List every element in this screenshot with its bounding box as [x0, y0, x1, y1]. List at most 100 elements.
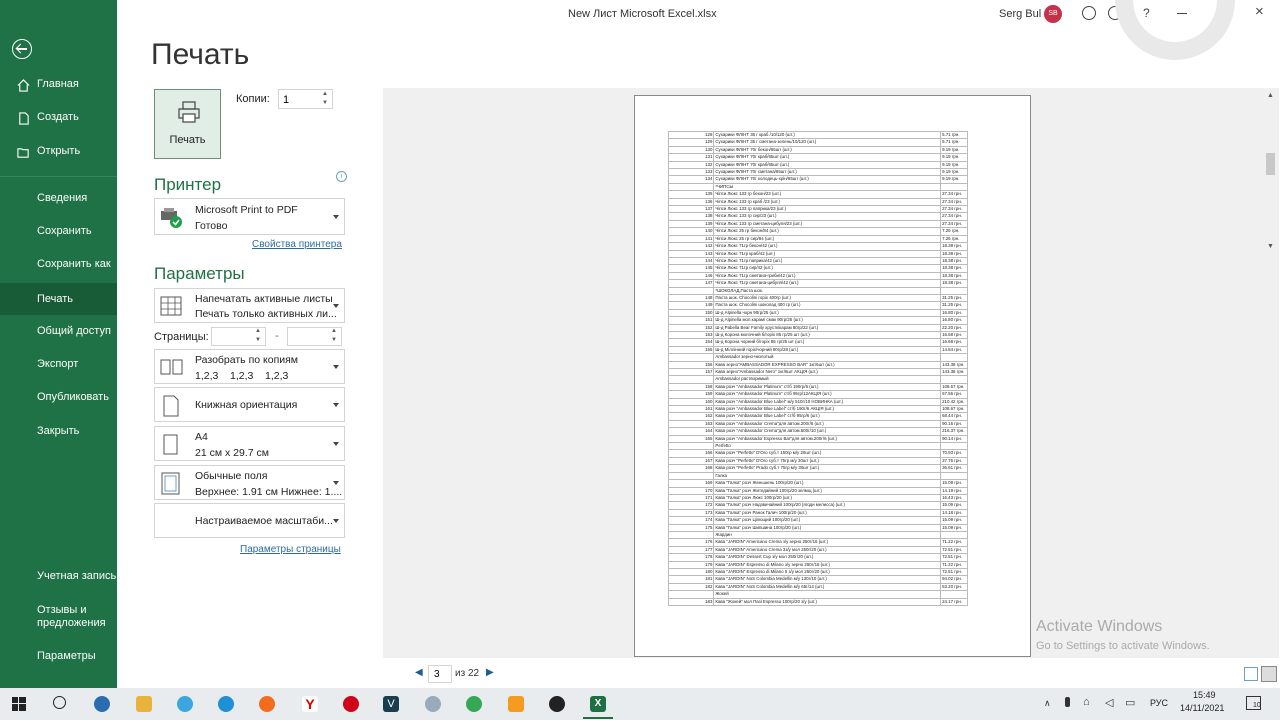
- nav-options[interactable]: Параметры: [0, 650, 117, 666]
- prev-page-icon[interactable]: ◀: [415, 667, 423, 678]
- nav-account[interactable]: Учетная запись: [0, 570, 117, 586]
- print-button[interactable]: Печать: [154, 89, 221, 159]
- paper-size-dropdown[interactable]: А4 21 см x 29.7 см: [154, 426, 345, 461]
- table-cell: 24.17 грн.: [940, 597, 968, 607]
- stepper-up-icon[interactable]: ▲: [255, 328, 261, 334]
- preview-scrollbar[interactable]: ▲ ▼: [1264, 91, 1277, 658]
- windows-start-icon[interactable]: [12, 697, 26, 711]
- app-icon-2[interactable]: [177, 696, 193, 712]
- printer-status: Готово: [195, 220, 228, 232]
- clock-time[interactable]: 15:49: [1193, 690, 1216, 700]
- nav-save[interactable]: Сохранить: [0, 225, 117, 241]
- margins-dropdown[interactable]: Обычные поля Верхнее: 1.91 см Нижнее: 1.…: [154, 465, 345, 500]
- firefox-icon[interactable]: [259, 696, 275, 712]
- app-icon-1[interactable]: [94, 696, 110, 712]
- excel-icon[interactable]: X: [590, 696, 606, 712]
- keyboard-icon[interactable]: ▭: [1125, 696, 1135, 709]
- network-icon[interactable]: ⌂: [1083, 696, 1090, 708]
- nav-open[interactable]: Открыть: [0, 145, 117, 161]
- table-cell: 143.38 грн.: [940, 360, 968, 370]
- back-arrow-icon[interactable]: [12, 39, 32, 59]
- table-cell: 7.26 грн.: [940, 227, 968, 236]
- scroll-down-icon[interactable]: ▼: [1267, 243, 1274, 250]
- nav-save-as[interactable]: Сохранить как: [0, 258, 117, 274]
- nav-export[interactable]: Экспорт: [0, 358, 117, 374]
- stepper-down-icon[interactable]: ▼: [322, 100, 328, 106]
- table-cell: 143.38 грн.: [940, 367, 968, 377]
- table-cell: Кава "JARDIN" NoS Colombia Medellin м/у …: [713, 575, 942, 584]
- table-cell: 134: [667, 175, 715, 184]
- scaling-dropdown[interactable]: Настраиваемое масштаби...: [154, 503, 345, 538]
- collate-dropdown[interactable]: Разобрать по копиям 1,2,3 1,2,3 1,2,3: [154, 349, 345, 384]
- nav-info[interactable]: Сведения: [0, 192, 117, 208]
- yandex-icon[interactable]: Y: [302, 696, 318, 712]
- stepper-down-icon[interactable]: ▼: [255, 337, 261, 343]
- app-icon-3[interactable]: [425, 696, 441, 712]
- notifications-icon[interactable]: 10: [1246, 696, 1261, 710]
- page-number-input[interactable]: 3: [428, 665, 452, 683]
- table-cell: 15.09 грн.: [940, 501, 968, 510]
- table-cell: 90.16 грн.: [940, 419, 968, 429]
- table-cell: 18.38 грн.: [940, 279, 968, 288]
- table-cell: *ШОКОЛАД,Паста шок.: [713, 286, 942, 295]
- app-icon-5[interactable]: [549, 696, 565, 712]
- clock-date[interactable]: 14/11/2021: [1180, 703, 1224, 713]
- show-margins-icon[interactable]: [1244, 667, 1258, 681]
- app-icon-4[interactable]: [508, 696, 524, 712]
- nav-share[interactable]: Общий доступ: [0, 325, 117, 341]
- table-row: 133 Сухарики ФЛІНТ 70г сметана/65шт (шт.)…: [667, 168, 968, 177]
- smile-icon[interactable]: [1082, 6, 1096, 20]
- zoom-to-page-icon[interactable]: [1261, 666, 1277, 682]
- chrome-icon[interactable]: [466, 696, 482, 712]
- search-icon[interactable]: [53, 696, 66, 709]
- table-cell: Кава розч "Ambassador Platinum" ст/б 190…: [713, 382, 942, 392]
- next-page-icon[interactable]: ▶: [486, 667, 494, 678]
- page-setup-link[interactable]: Параметры страницы: [240, 544, 341, 555]
- nav-publish[interactable]: Опубликовать: [0, 391, 117, 407]
- table-cell: 162: [667, 412, 715, 421]
- volume-icon[interactable]: ◁: [1105, 696, 1113, 709]
- table-row: 161 Кава розч "Ambassador Blue Label" ст/…: [667, 405, 968, 414]
- table-cell: 5.71 грн.: [940, 130, 968, 140]
- stepper-up-icon[interactable]: ▲: [331, 328, 337, 334]
- table-cell: [667, 590, 715, 599]
- table-cell: Кава розч "Perfetto" D'Oro суб.т 75гр м/…: [713, 456, 942, 466]
- close-icon[interactable]: ×: [1255, 3, 1264, 20]
- language-indicator[interactable]: РУС: [1150, 698, 1168, 708]
- opera-icon[interactable]: [343, 696, 359, 712]
- table-cell: Ш-д Міллінний горіх/чорний 90гр/28 (шт.): [713, 345, 942, 355]
- avatar[interactable]: SB: [1044, 5, 1062, 23]
- file-explorer-icon[interactable]: [136, 696, 152, 712]
- table-cell: 152: [667, 323, 715, 332]
- nav-feedback[interactable]: Отзывы и предложения: [0, 604, 117, 634]
- info-icon[interactable]: i: [336, 171, 347, 182]
- table-row: 171 Кава "Галка" розч Люкс 100гр/20 (шт.)…: [667, 493, 968, 503]
- nav-home[interactable]: Главная: [0, 78, 117, 94]
- margins-line2: Верхнее: 1.91 см Нижнее: 1....: [195, 486, 343, 498]
- stepper-up-icon[interactable]: ▲: [322, 91, 328, 97]
- table-cell: 27.34 грн.: [940, 205, 968, 214]
- pages-from-input[interactable]: ▲ ▼: [211, 327, 266, 346]
- stepper-down-icon[interactable]: ▼: [331, 337, 337, 343]
- table-cell: 173: [667, 508, 715, 518]
- chevron-up-icon[interactable]: ∧: [1044, 698, 1051, 709]
- copies-stepper[interactable]: 1 ▲ ▼: [278, 89, 333, 109]
- collate-icon: [160, 359, 183, 375]
- orientation-dropdown[interactable]: Книжная ориентация: [154, 387, 345, 422]
- table-row: 168 Кава розч "Perfetto" Prado суб.т 75гр…: [667, 464, 968, 473]
- nav-print[interactable]: Печать: [0, 283, 117, 315]
- nav-close[interactable]: Закрыть: [0, 425, 117, 441]
- table-row: 151 Ш-д Alpinella мол.карам/ смак 90гр/25…: [667, 316, 968, 325]
- table-cell: [940, 442, 968, 451]
- scroll-up-icon[interactable]: ▲: [1267, 92, 1274, 99]
- print-what-dropdown[interactable]: Напечатать активные листы Печать только …: [154, 288, 345, 323]
- pages-to-input[interactable]: ▲ ▼: [287, 327, 342, 346]
- app-v-icon[interactable]: V: [383, 696, 399, 712]
- table-cell: 145: [667, 264, 715, 273]
- printer-dropdown[interactable]: Microsoft Print to PDF Готово: [154, 198, 345, 235]
- nav-new[interactable]: Создать: [0, 111, 117, 127]
- edge-icon[interactable]: [218, 696, 234, 712]
- printer-properties-link[interactable]: Свойства принтера: [252, 239, 342, 250]
- microphone-icon[interactable]: [1065, 697, 1070, 707]
- scroll-thumb[interactable]: [1266, 153, 1275, 175]
